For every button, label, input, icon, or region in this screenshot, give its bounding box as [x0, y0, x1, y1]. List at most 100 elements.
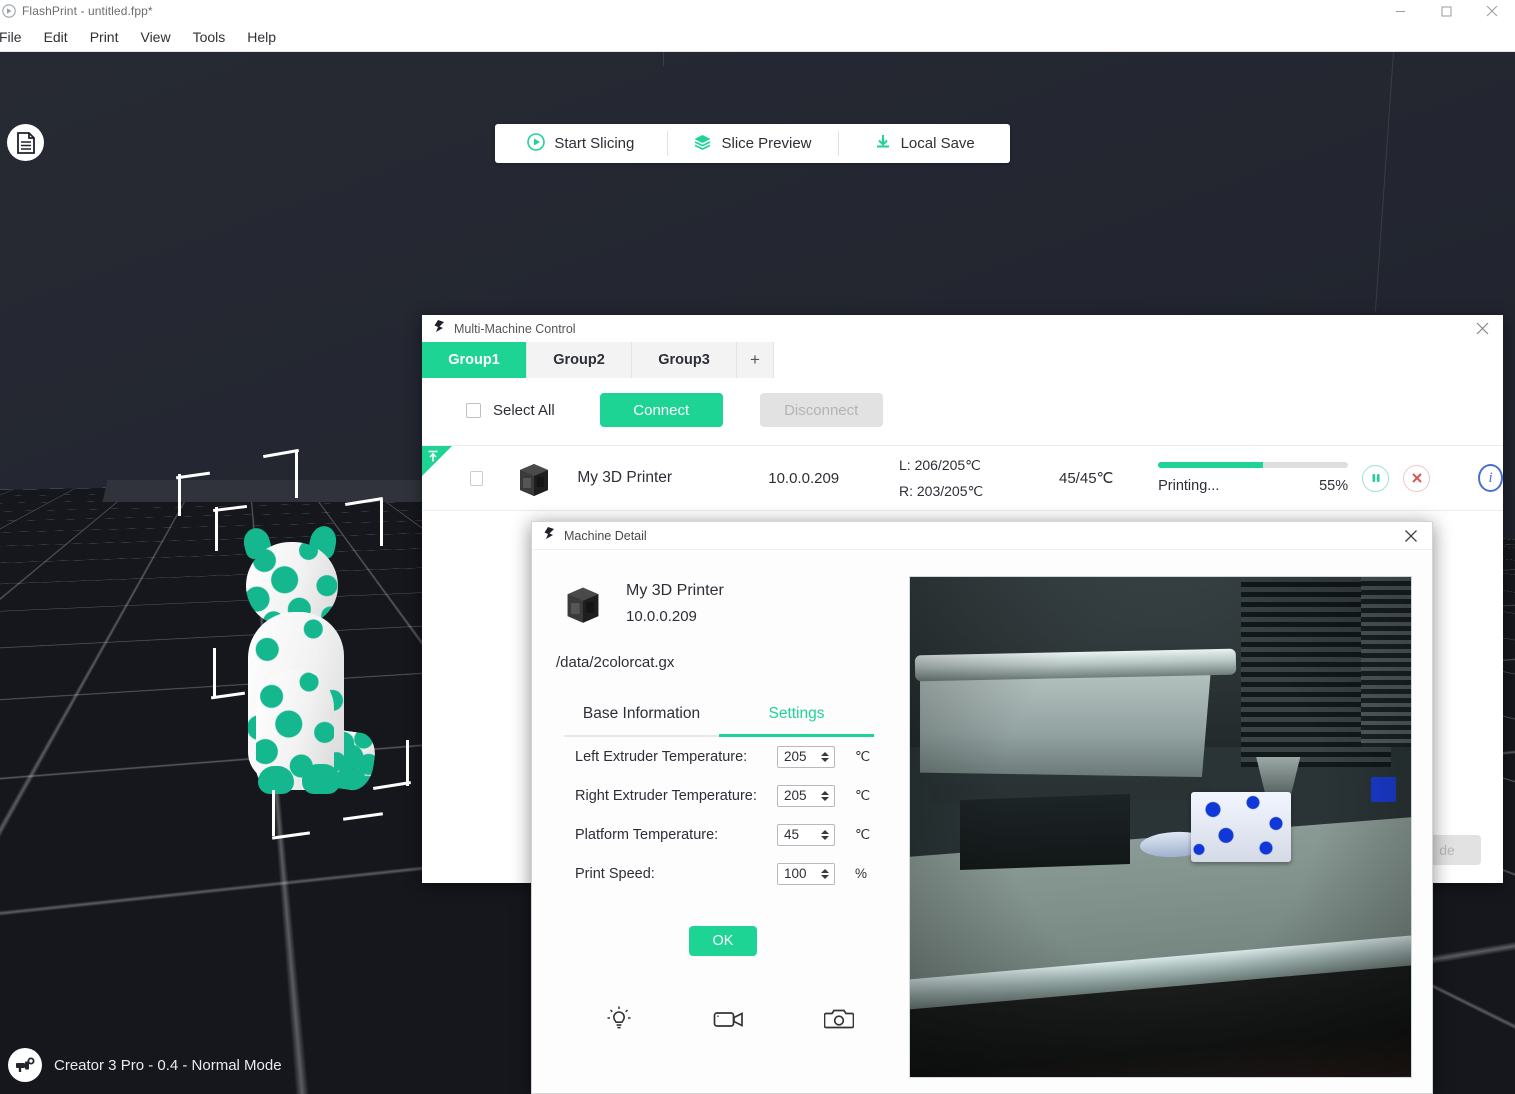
- machine-name: My 3D Printer: [577, 469, 673, 486]
- minimize-icon[interactable]: [1377, 0, 1423, 22]
- field-unit: %: [855, 866, 868, 881]
- mmc-title-bar: Multi-Machine Control: [422, 315, 1503, 342]
- model-part: [302, 764, 340, 794]
- field-value: 100: [784, 866, 807, 881]
- machine-progress-percent: 55%: [1319, 478, 1349, 494]
- menu-item-print[interactable]: Print: [79, 22, 130, 52]
- machine-ip: 10.0.0.209: [768, 469, 840, 487]
- mmc-close-icon[interactable]: [1461, 315, 1503, 342]
- progress-bar-track: [1158, 462, 1349, 468]
- local-save-label: Local Save: [900, 135, 975, 152]
- print-speed-stepper[interactable]: 100: [777, 862, 835, 885]
- file-document-icon[interactable]: [7, 124, 44, 161]
- tab-group3[interactable]: Group3: [632, 342, 737, 378]
- stepper-arrows-icon[interactable]: [821, 747, 829, 767]
- field-label: Right Extruder Temperature:: [575, 787, 757, 804]
- field-value: 205: [784, 749, 807, 764]
- flashprint-logo-icon: [2, 4, 16, 18]
- machine-list-row[interactable]: My 3D Printer 10.0.0.209 L: 206/205℃ R: …: [422, 445, 1503, 511]
- download-icon: [874, 133, 892, 155]
- tab-group2[interactable]: Group2: [527, 342, 632, 378]
- mmc-action-toolbar: Select All Connect Disconnect: [422, 378, 1503, 442]
- field-left-extruder-temperature: Left Extruder Temperature: 205 ℃: [575, 737, 910, 776]
- field-value: 205: [784, 788, 807, 803]
- field-label: Platform Temperature:: [575, 826, 719, 843]
- md-printer-identity: My 3D Printer 10.0.0.209: [626, 582, 724, 625]
- field-label: Print Speed:: [575, 865, 655, 882]
- field-value: 45: [784, 827, 800, 842]
- menu-item-edit[interactable]: Edit: [33, 22, 79, 52]
- local-save-button[interactable]: Local Save: [838, 124, 1010, 163]
- model-3d-cat[interactable]: [228, 520, 378, 820]
- field-right-extruder-temperature: Right Extruder Temperature: 205 ℃: [575, 776, 910, 815]
- webcam-image: [910, 577, 1411, 1077]
- ok-button[interactable]: OK: [689, 926, 757, 956]
- field-print-speed: Print Speed: 100 %: [575, 854, 910, 893]
- menu-item-file[interactable]: File: [0, 22, 33, 52]
- status-bar-text: Creator 3 Pro - 0.4 - Normal Mode: [54, 1056, 282, 1074]
- stepper-arrows-icon[interactable]: [821, 864, 829, 884]
- menu-item-tools[interactable]: Tools: [182, 22, 237, 52]
- md-printer-header: My 3D Printer 10.0.0.209: [532, 550, 910, 626]
- machine-extruder-temps: L: 206/205℃ R: 203/205℃: [899, 452, 1038, 504]
- start-slicing-button[interactable]: Start Slicing: [495, 124, 667, 163]
- live-webcam-feed: [909, 576, 1412, 1078]
- add-group-tab-button[interactable]: +: [737, 342, 774, 378]
- md-printer-ip: 10.0.0.209: [626, 607, 697, 625]
- machine-status-text: Printing...: [1158, 478, 1220, 494]
- printer-3d-icon: [513, 457, 555, 499]
- md-tab-strip: Base Information Settings: [564, 705, 874, 737]
- video-camera-icon[interactable]: [674, 1008, 784, 1030]
- stop-x-icon[interactable]: [1403, 464, 1431, 492]
- app-root: FlashPrint - untitled.fpp* File Edit Pri…: [0, 0, 1515, 1094]
- right-extruder-temp-stepper[interactable]: 205: [777, 784, 835, 807]
- light-bulb-icon[interactable]: [564, 1005, 674, 1033]
- tab-base-information[interactable]: Base Information: [564, 705, 719, 737]
- pause-icon[interactable]: [1362, 464, 1390, 492]
- slice-preview-button[interactable]: Slice Preview: [666, 124, 839, 163]
- field-unit: ℃: [855, 826, 871, 842]
- close-icon[interactable]: [1469, 0, 1515, 22]
- field-unit: ℃: [855, 787, 871, 803]
- play-circle-icon: [527, 132, 546, 155]
- md-title-bar: Machine Detail: [532, 522, 1432, 550]
- flashforge-logo-icon: [432, 319, 446, 338]
- stepper-arrows-icon[interactable]: [821, 825, 829, 845]
- mmc-title-text: Multi-Machine Control: [454, 321, 576, 336]
- tab-group1[interactable]: Group1: [422, 342, 527, 378]
- upload-triangle-glyph: [426, 449, 441, 469]
- field-platform-temperature: Platform Temperature: 45 ℃: [575, 815, 910, 854]
- photo-camera-icon[interactable]: [784, 1007, 894, 1031]
- printer-3d-icon: [560, 580, 606, 626]
- left-extruder-temp: L: 206/205℃: [899, 457, 981, 473]
- start-slicing-label: Start Slicing: [554, 135, 635, 152]
- md-file-path: /data/2colorcat.gx: [556, 654, 675, 671]
- right-extruder-temp: R: 203/205℃: [899, 483, 984, 499]
- select-all-checkbox[interactable]: [466, 402, 481, 418]
- md-action-icon-bar: [532, 1005, 910, 1033]
- left-extruder-temp-stepper[interactable]: 205: [777, 745, 835, 768]
- menu-bar: File Edit Print View Tools Help: [0, 22, 1515, 52]
- connect-button[interactable]: Connect: [599, 393, 723, 427]
- maximize-icon[interactable]: [1423, 0, 1469, 22]
- md-printer-name: My 3D Printer: [626, 581, 724, 599]
- md-close-icon[interactable]: [1390, 522, 1432, 550]
- md-title-text: Machine Detail: [564, 528, 647, 543]
- printer-status-bar: Creator 3 Pro - 0.4 - Normal Mode: [8, 1048, 282, 1082]
- platform-temp-stepper[interactable]: 45: [777, 823, 835, 846]
- window-title: FlashPrint - untitled.fpp*: [22, 4, 153, 18]
- menu-item-help[interactable]: Help: [236, 22, 287, 52]
- flashforge-logo-icon: [542, 526, 556, 545]
- machine-progress: Printing... 55%: [1158, 462, 1349, 494]
- progress-labels: Printing... 55%: [1158, 478, 1348, 494]
- info-circle-icon[interactable]: i: [1478, 464, 1503, 492]
- menu-item-view[interactable]: View: [129, 22, 181, 52]
- tab-settings[interactable]: Settings: [719, 705, 874, 737]
- machine-row-checkbox[interactable]: [470, 470, 484, 486]
- group-tabs: Group1 Group2 Group3 +: [422, 342, 1503, 378]
- slice-preview-label: Slice Preview: [721, 135, 812, 152]
- webcam-vignette: [910, 577, 1411, 1077]
- progress-bar-fill: [1158, 462, 1263, 468]
- select-all-label: Select All: [493, 401, 555, 419]
- stepper-arrows-icon[interactable]: [821, 786, 829, 806]
